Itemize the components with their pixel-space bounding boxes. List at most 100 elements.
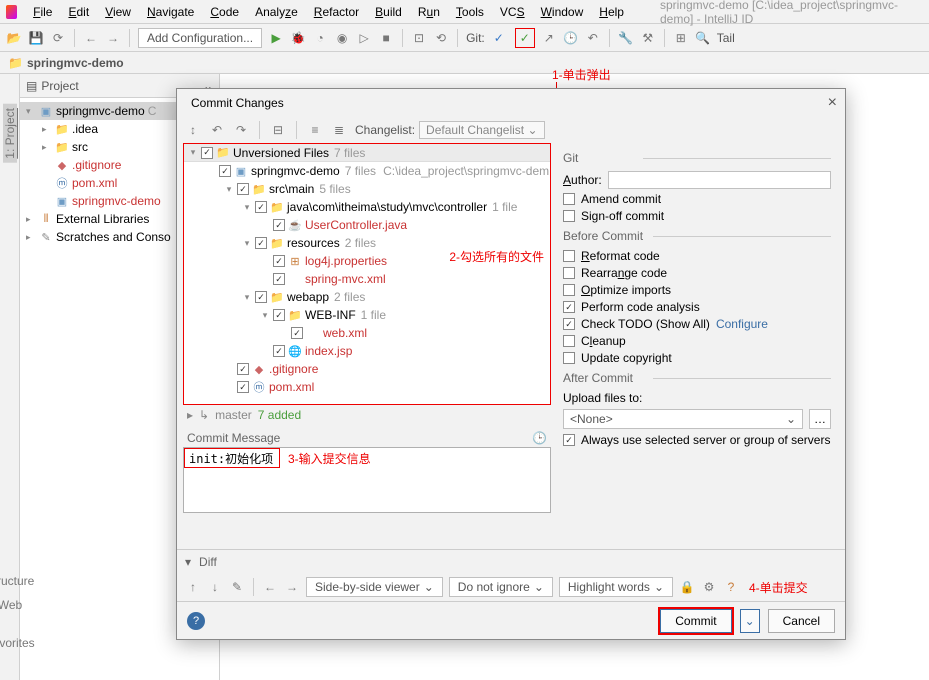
stop-icon[interactable]: ■	[378, 30, 394, 46]
file-checkbox[interactable]	[237, 183, 249, 195]
menu-edit[interactable]: Edit	[64, 5, 93, 19]
diff-prev-icon[interactable]: ←	[262, 579, 278, 595]
commit-dropdown-button[interactable]: ⌄	[740, 609, 760, 633]
file-checkbox[interactable]	[219, 165, 231, 177]
menu-help[interactable]: Help	[595, 5, 628, 19]
file-checkbox[interactable]	[291, 327, 303, 339]
diff-up-icon[interactable]: ↑	[185, 579, 201, 595]
changes-tree-row[interactable]: ◆.gitignore	[184, 360, 550, 378]
wrench-icon[interactable]: 🔧	[618, 30, 634, 46]
menu-window[interactable]: Window	[537, 5, 588, 19]
grid-icon[interactable]: ⊞	[673, 30, 689, 46]
signoff-checkbox[interactable]	[563, 210, 575, 222]
git-push-icon[interactable]: ↗	[541, 30, 557, 46]
changes-tree-row[interactable]: spring-mvc.xml	[184, 270, 550, 288]
optimize-checkbox[interactable]	[563, 284, 575, 296]
copyright-checkbox[interactable]	[563, 352, 575, 364]
run-anything-icon[interactable]: ▷	[356, 30, 372, 46]
menu-code[interactable]: Code	[206, 5, 243, 19]
save-icon[interactable]: 💾	[28, 30, 44, 46]
collapse-icon[interactable]: ≣	[331, 122, 347, 138]
debug-icon[interactable]: 🐞	[290, 30, 306, 46]
upload-browse-button[interactable]: …	[809, 409, 831, 429]
menu-analyze[interactable]: Analyze	[251, 5, 302, 19]
rail-structure[interactable]: 7: Structure	[0, 560, 34, 588]
gear-icon[interactable]: ⚙	[701, 579, 717, 595]
menu-navigate[interactable]: Navigate	[143, 5, 198, 19]
branch-chevron-icon[interactable]: ▸	[187, 408, 193, 422]
help2-icon[interactable]: ?	[723, 579, 739, 595]
changes-tree-row[interactable]: web.xml	[184, 324, 550, 342]
file-checkbox[interactable]	[255, 201, 267, 213]
help-icon[interactable]: ?	[187, 612, 205, 630]
commit-message-box[interactable]: 3-输入提交信息	[183, 447, 551, 513]
menu-build[interactable]: Build	[371, 5, 406, 19]
expand-icon[interactable]: ≡	[307, 122, 323, 138]
file-checkbox[interactable]	[273, 255, 285, 267]
file-checkbox[interactable]	[273, 273, 285, 285]
git-history-icon[interactable]: 🕒	[563, 30, 579, 46]
always-use-checkbox[interactable]	[563, 434, 575, 446]
box-icon[interactable]: ⊡	[411, 30, 427, 46]
file-checkbox[interactable]	[273, 345, 285, 357]
group-icon[interactable]: ⊟	[270, 122, 286, 138]
profile-icon[interactable]: ◉	[334, 30, 350, 46]
changes-tree-row[interactable]: 🌐index.jsp	[184, 342, 550, 360]
lock-icon[interactable]: 🔒	[679, 579, 695, 595]
changelist-dropdown[interactable]: Default Changelist ⌄	[419, 121, 544, 139]
diff-chevron-icon[interactable]: ▾	[185, 555, 191, 569]
changes-tree-row[interactable]: ▾📁java\com\itheima\study\mvc\controller1…	[184, 198, 550, 216]
rearrange-checkbox[interactable]	[563, 267, 575, 279]
changes-tree[interactable]: ▾📁Unversioned Files7 files▣springmvc-dem…	[184, 144, 550, 396]
file-checkbox[interactable]	[237, 363, 249, 375]
git-commit-button[interactable]: ✓	[515, 28, 535, 48]
git-pull-icon[interactable]: ✓	[491, 30, 507, 46]
changes-tree-row[interactable]: ▾📁Unversioned Files7 files	[184, 144, 550, 162]
analysis-checkbox[interactable]	[563, 301, 575, 313]
file-checkbox[interactable]	[237, 381, 249, 393]
commit-message-input[interactable]	[185, 449, 279, 467]
nav-fwd-icon[interactable]: →	[105, 30, 121, 46]
changes-tree-row[interactable]: ☕UserController.java	[184, 216, 550, 234]
menu-run[interactable]: Run	[414, 5, 444, 19]
file-checkbox[interactable]	[273, 309, 285, 321]
upload-server-dropdown[interactable]: <None>⌄	[563, 409, 803, 429]
menu-vcs[interactable]: VCS	[496, 5, 529, 19]
crumb-root[interactable]: springmvc-demo	[27, 56, 124, 70]
menu-view[interactable]: View	[101, 5, 135, 19]
cleanup-checkbox[interactable]	[563, 335, 575, 347]
menu-file[interactable]: File	[29, 5, 56, 19]
rail-favorites[interactable]: 2: Favorites	[0, 622, 35, 650]
reformat-checkbox[interactable]	[563, 250, 575, 262]
changes-tree-row[interactable]: ⓜpom.xml	[184, 378, 550, 396]
file-checkbox[interactable]	[255, 291, 267, 303]
sync-icon[interactable]: ⟳	[50, 30, 66, 46]
file-checkbox[interactable]	[201, 147, 213, 159]
rail-web[interactable]: Web	[0, 598, 22, 612]
git-revert-icon[interactable]: ↶	[585, 30, 601, 46]
run-config-dropdown[interactable]: Add Configuration...	[138, 28, 262, 48]
highlight-dropdown[interactable]: Highlight words ⌄	[559, 577, 673, 597]
diff-down-icon[interactable]: ↓	[207, 579, 223, 595]
run-icon[interactable]: ▶	[268, 30, 284, 46]
toggle-tree-icon[interactable]: ↕	[185, 122, 201, 138]
changes-tree-row[interactable]: ▾📁WEB-INF1 file	[184, 306, 550, 324]
undo-icon[interactable]: ↶	[209, 122, 225, 138]
hammer-icon[interactable]: ⚒	[640, 30, 656, 46]
diff-next-icon[interactable]: →	[284, 579, 300, 595]
commit-button[interactable]: Commit	[660, 609, 731, 633]
changes-tree-row[interactable]: ▣springmvc-demo7 filesC:\idea_project\sp…	[184, 162, 550, 180]
open-icon[interactable]: 📂	[6, 30, 22, 46]
search-icon[interactable]: 🔍	[695, 30, 711, 46]
amend-checkbox[interactable]	[563, 193, 575, 205]
cancel-button[interactable]: Cancel	[768, 609, 835, 633]
close-icon[interactable]: ×	[828, 94, 837, 112]
author-input[interactable]	[608, 171, 831, 189]
todo-checkbox[interactable]	[563, 318, 575, 330]
coverage-icon[interactable]: ◔	[312, 30, 328, 46]
changes-tree-row[interactable]: ▾📁src\main5 files	[184, 180, 550, 198]
history-icon[interactable]: 🕒	[532, 431, 547, 445]
diff-edit-icon[interactable]: ✎	[229, 579, 245, 595]
file-checkbox[interactable]	[255, 237, 267, 249]
file-checkbox[interactable]	[273, 219, 285, 231]
